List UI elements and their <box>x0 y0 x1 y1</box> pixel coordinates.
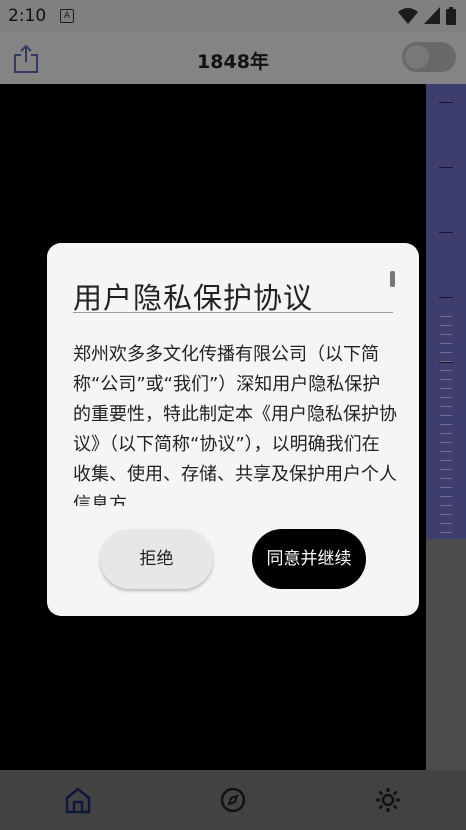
dialog-body-text[interactable]: 郑州欢多多文化传播有限公司（以下简称“公司”或“我们”）深知用户隐私保护的重要性… <box>73 340 397 506</box>
dialog-title: 用户隐私保护协议 <box>73 281 314 315</box>
accept-button[interactable]: 同意并继续 <box>252 529 366 589</box>
reject-button[interactable]: 拒绝 <box>100 529 213 589</box>
dialog-scrollbar[interactable] <box>390 271 395 287</box>
dialog-divider <box>73 312 393 313</box>
privacy-dialog: 用户隐私保护协议 郑州欢多多文化传播有限公司（以下简称“公司”或“我们”）深知用… <box>47 243 419 616</box>
